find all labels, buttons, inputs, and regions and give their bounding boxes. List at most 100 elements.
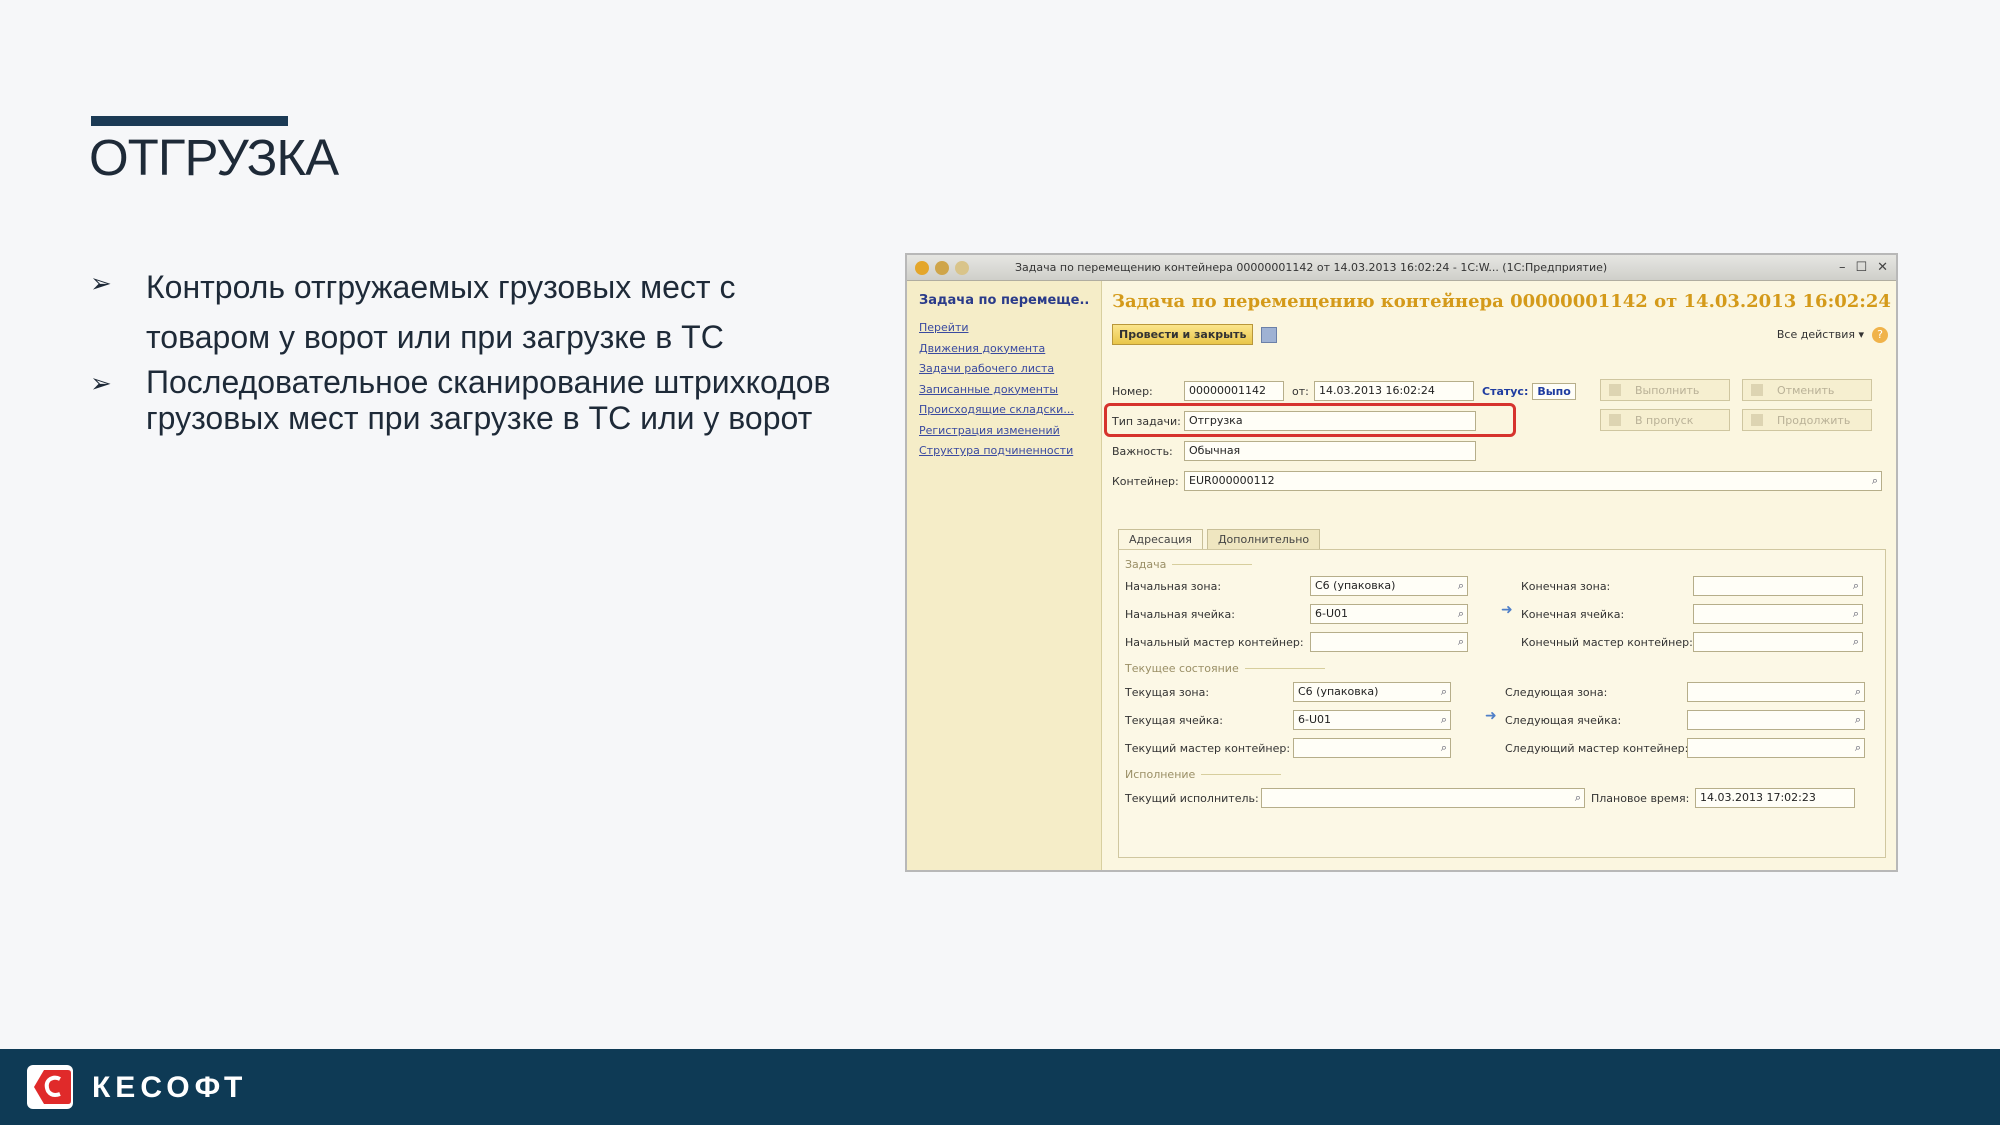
cur-master-field[interactable]: ⌕ bbox=[1293, 738, 1451, 758]
action-buttons-row1: Выполнить Отменить bbox=[1600, 379, 1872, 401]
search-icon[interactable]: ⌕ bbox=[1855, 713, 1861, 727]
tab-addressing[interactable]: Адресация bbox=[1118, 529, 1203, 549]
next-cell-label: Следующая ячейка: bbox=[1505, 713, 1622, 727]
number-field[interactable]: 00000001142 bbox=[1184, 381, 1284, 401]
app-logo-icon bbox=[915, 260, 929, 275]
nav-header[interactable]: Задача по перемеще... bbox=[919, 293, 1089, 308]
end-master-label: Конечный мастер контейнер: bbox=[1521, 635, 1693, 649]
save-icon[interactable] bbox=[1261, 326, 1278, 343]
maximize-icon[interactable]: ☐ bbox=[1855, 260, 1867, 275]
form-toolbar: Провести и закрыть Все действия ▾ ? bbox=[1112, 324, 1888, 345]
addressing-panel: Задача Начальная зона: С6 (упаковка) ⌕ На… bbox=[1118, 549, 1886, 858]
cur-master-label: Текущий мастер контейнер: bbox=[1125, 741, 1291, 755]
nav-item-worksheet-tasks[interactable]: Задачи рабочего листа bbox=[919, 359, 1089, 380]
start-cell-field[interactable]: 6-U01 ⌕ bbox=[1310, 604, 1468, 624]
close-icon[interactable]: ✕ bbox=[1877, 260, 1888, 275]
next-cell-row: Следующая ячейка: ⌕ bbox=[1505, 710, 1865, 730]
executor-row: Текущий исполнитель: ⌕ Плановое время: 1… bbox=[1125, 788, 1855, 808]
action-buttons-row2: В пропуск Продолжить bbox=[1600, 409, 1872, 431]
bullet-item: ➢ Контроль отгружаемых грузовых мест с т… bbox=[90, 262, 850, 362]
minimize-icon[interactable]: – bbox=[1839, 260, 1846, 275]
start-cell-value: 6-U01 bbox=[1315, 607, 1349, 620]
post-and-close-button[interactable]: Провести и закрыть bbox=[1112, 324, 1254, 345]
current-group-header: Текущее состояние bbox=[1125, 662, 1325, 675]
search-icon[interactable]: ⌕ bbox=[1853, 579, 1859, 593]
search-icon[interactable]: ⌕ bbox=[1855, 685, 1861, 699]
start-master-field[interactable]: ⌕ bbox=[1310, 632, 1468, 652]
start-zone-row: Начальная зона: С6 (упаковка) ⌕ bbox=[1125, 576, 1468, 596]
skip-button[interactable]: В пропуск bbox=[1600, 409, 1730, 431]
search-icon[interactable]: ⌕ bbox=[1872, 474, 1878, 488]
all-actions-menu[interactable]: Все действия ▾ ? bbox=[1776, 326, 1888, 343]
exec-group-header: Исполнение bbox=[1125, 768, 1282, 781]
cur-zone-field[interactable]: С6 (упаковка) ⌕ bbox=[1293, 682, 1451, 702]
arrow-right-icon: ➜ bbox=[1501, 602, 1513, 618]
container-field[interactable]: EUR000000112 ⌕ bbox=[1184, 471, 1882, 491]
search-icon[interactable]: ⌕ bbox=[1575, 791, 1581, 805]
cancel-task-button[interactable]: Отменить bbox=[1742, 379, 1872, 401]
next-cell-field[interactable]: ⌕ bbox=[1687, 710, 1865, 730]
end-zone-field[interactable]: ⌕ bbox=[1693, 576, 1863, 596]
search-icon[interactable]: ⌕ bbox=[1853, 607, 1859, 621]
container-label: Контейнер: bbox=[1112, 474, 1179, 488]
nav-item-hierarchy[interactable]: Структура подчиненности bbox=[919, 441, 1089, 462]
help-icon[interactable]: ? bbox=[1872, 326, 1888, 343]
end-master-field[interactable]: ⌕ bbox=[1693, 632, 1863, 652]
arrow-right-icon: ➜ bbox=[1485, 708, 1497, 724]
priority-field[interactable]: Обычная bbox=[1184, 441, 1476, 461]
continue-label: Продолжить bbox=[1777, 413, 1851, 427]
cancel-icon bbox=[1751, 384, 1763, 396]
execute-button[interactable]: Выполнить bbox=[1600, 379, 1730, 401]
nav-item-goto[interactable]: Перейти bbox=[919, 318, 1089, 339]
next-zone-field[interactable]: ⌕ bbox=[1687, 682, 1865, 702]
search-icon[interactable]: ⌕ bbox=[1458, 607, 1464, 621]
window-titlebar: Задача по перемещению контейнера 0000000… bbox=[907, 255, 1896, 281]
start-zone-field[interactable]: С6 (упаковка) ⌕ bbox=[1310, 576, 1468, 596]
continue-button[interactable]: Продолжить bbox=[1742, 409, 1872, 431]
end-cell-label: Конечная ячейка: bbox=[1521, 607, 1625, 621]
start-cell-label: Начальная ячейка: bbox=[1125, 607, 1235, 621]
document-form: Задача по перемещению контейнера 0000000… bbox=[1104, 281, 1891, 864]
end-cell-field[interactable]: ⌕ bbox=[1693, 604, 1863, 624]
bullet-text: Последовательное сканирование штрихкодов… bbox=[146, 364, 831, 436]
search-icon[interactable]: ⌕ bbox=[1441, 713, 1447, 727]
home-icon[interactable] bbox=[955, 260, 969, 275]
search-icon[interactable]: ⌕ bbox=[1441, 685, 1447, 699]
search-icon[interactable]: ⌕ bbox=[1853, 635, 1859, 649]
execute-icon bbox=[1609, 384, 1621, 396]
all-actions-label: Все действия ▾ bbox=[1776, 328, 1864, 341]
priority-label: Важность: bbox=[1112, 444, 1173, 458]
company-logo-icon bbox=[27, 1065, 73, 1109]
date-field[interactable]: 14.03.2013 16:02:24 bbox=[1314, 381, 1474, 401]
nav-item-recorded-docs[interactable]: Записанные документы bbox=[919, 380, 1089, 401]
search-icon[interactable]: ⌕ bbox=[1855, 741, 1861, 755]
cur-zone-row: Текущая зона: С6 (упаковка) ⌕ bbox=[1125, 682, 1451, 702]
skip-label: В пропуск bbox=[1635, 413, 1694, 427]
container-value: EUR000000112 bbox=[1189, 474, 1275, 487]
cur-cell-row: Текущая ячейка: 6-U01 ⌕ bbox=[1125, 710, 1451, 730]
document-title: Задача по перемещению контейнера 0000000… bbox=[1112, 291, 1891, 312]
nav-item-movements[interactable]: Движения документа bbox=[919, 339, 1089, 360]
nav-item-warehouse-events[interactable]: Происходящие складски... bbox=[919, 400, 1089, 421]
end-zone-label: Конечная зона: bbox=[1521, 579, 1611, 593]
tab-additional[interactable]: Дополнительно bbox=[1206, 529, 1321, 549]
nav-item-change-registration[interactable]: Регистрация изменений bbox=[919, 421, 1089, 442]
search-icon[interactable]: ⌕ bbox=[1458, 635, 1464, 649]
executor-field[interactable]: ⌕ bbox=[1261, 788, 1585, 808]
window-title: Задача по перемещению контейнера 0000000… bbox=[1015, 261, 1608, 274]
back-icon[interactable] bbox=[935, 260, 949, 275]
search-icon[interactable]: ⌕ bbox=[1441, 741, 1447, 755]
end-zone-row: Конечная зона: ⌕ bbox=[1521, 576, 1863, 596]
next-master-field[interactable]: ⌕ bbox=[1687, 738, 1865, 758]
start-cell-row: Начальная ячейка: 6-U01 ⌕ bbox=[1125, 604, 1468, 624]
next-master-row: Следующий мастер контейнер: ⌕ bbox=[1505, 738, 1865, 758]
arrow-bullet-icon: ➢ bbox=[90, 368, 112, 398]
container-row: Контейнер: EUR000000112 ⌕ bbox=[1112, 471, 1882, 491]
search-icon[interactable]: ⌕ bbox=[1458, 579, 1464, 593]
start-zone-value: С6 (упаковка) bbox=[1315, 579, 1396, 592]
planned-time-field[interactable]: 14.03.2013 17:02:23 bbox=[1695, 788, 1855, 808]
next-zone-label: Следующая зона: bbox=[1505, 685, 1608, 699]
form-tabs: Адресация Дополнительно bbox=[1118, 529, 1324, 549]
cur-cell-field[interactable]: 6-U01 ⌕ bbox=[1293, 710, 1451, 730]
cur-zone-label: Текущая зона: bbox=[1125, 685, 1210, 699]
